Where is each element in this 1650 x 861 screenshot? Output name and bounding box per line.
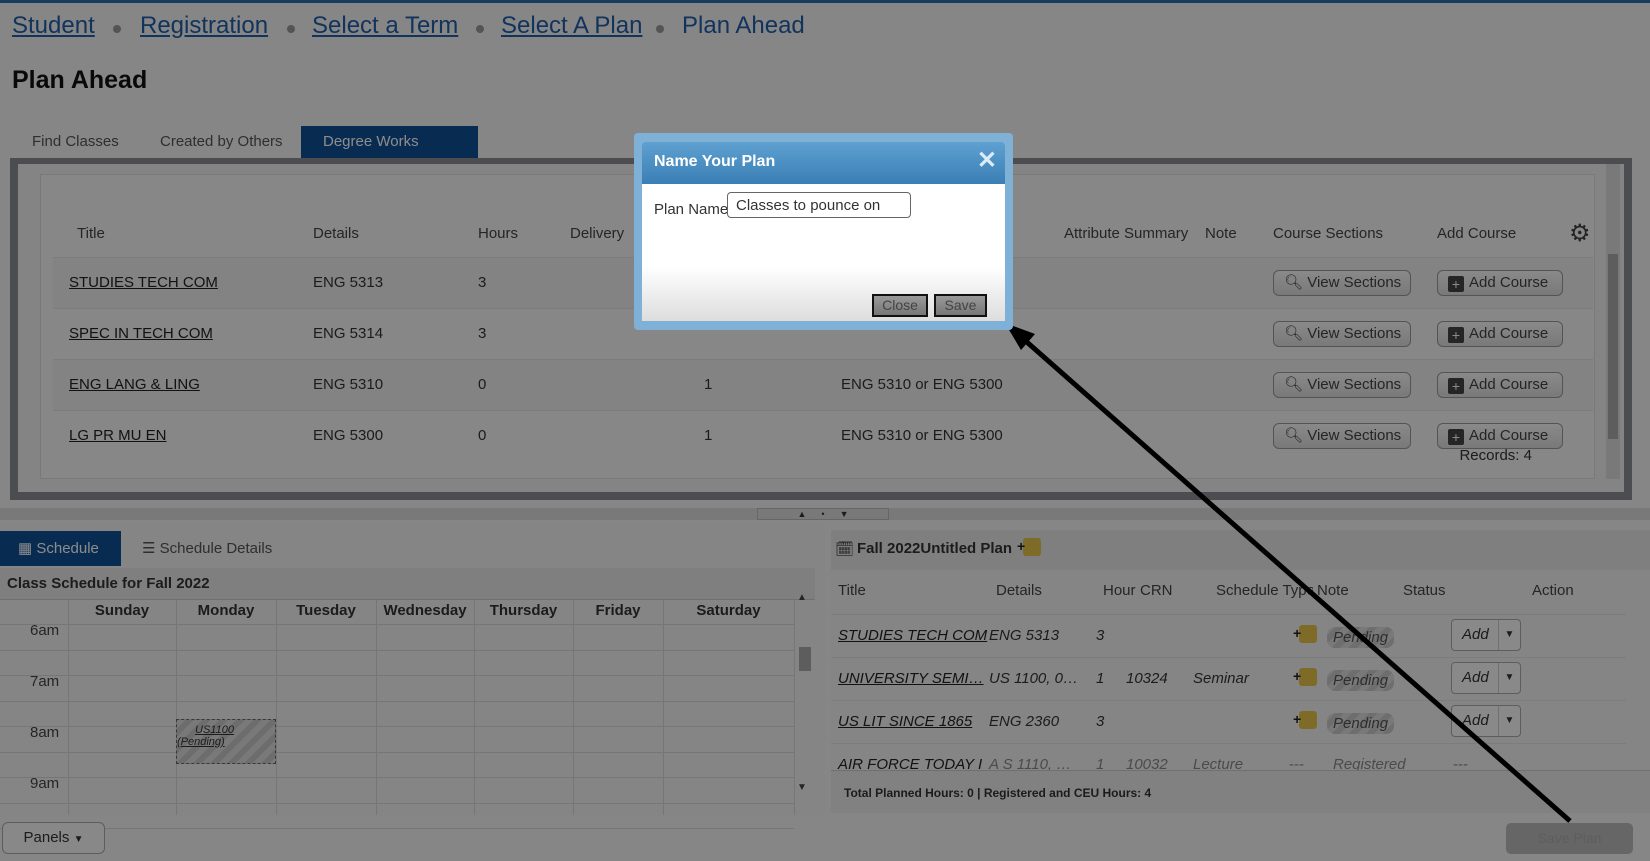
close-button[interactable]: Close xyxy=(872,294,928,317)
save-button[interactable]: Save xyxy=(934,294,987,317)
dialog-body: Plan Name Close Save xyxy=(642,184,1005,321)
plan-name-input[interactable] xyxy=(727,192,911,218)
close-icon[interactable]: ✕ xyxy=(977,146,997,175)
dialog-header: Name Your Plan ✕ xyxy=(642,142,1005,184)
annotation-arrow xyxy=(1005,323,1572,823)
name-plan-dialog: Name Your Plan ✕ Plan Name Close Save xyxy=(634,133,1013,330)
dialog-title: Name Your Plan xyxy=(654,153,776,170)
plan-name-label: Plan Name xyxy=(654,201,729,218)
